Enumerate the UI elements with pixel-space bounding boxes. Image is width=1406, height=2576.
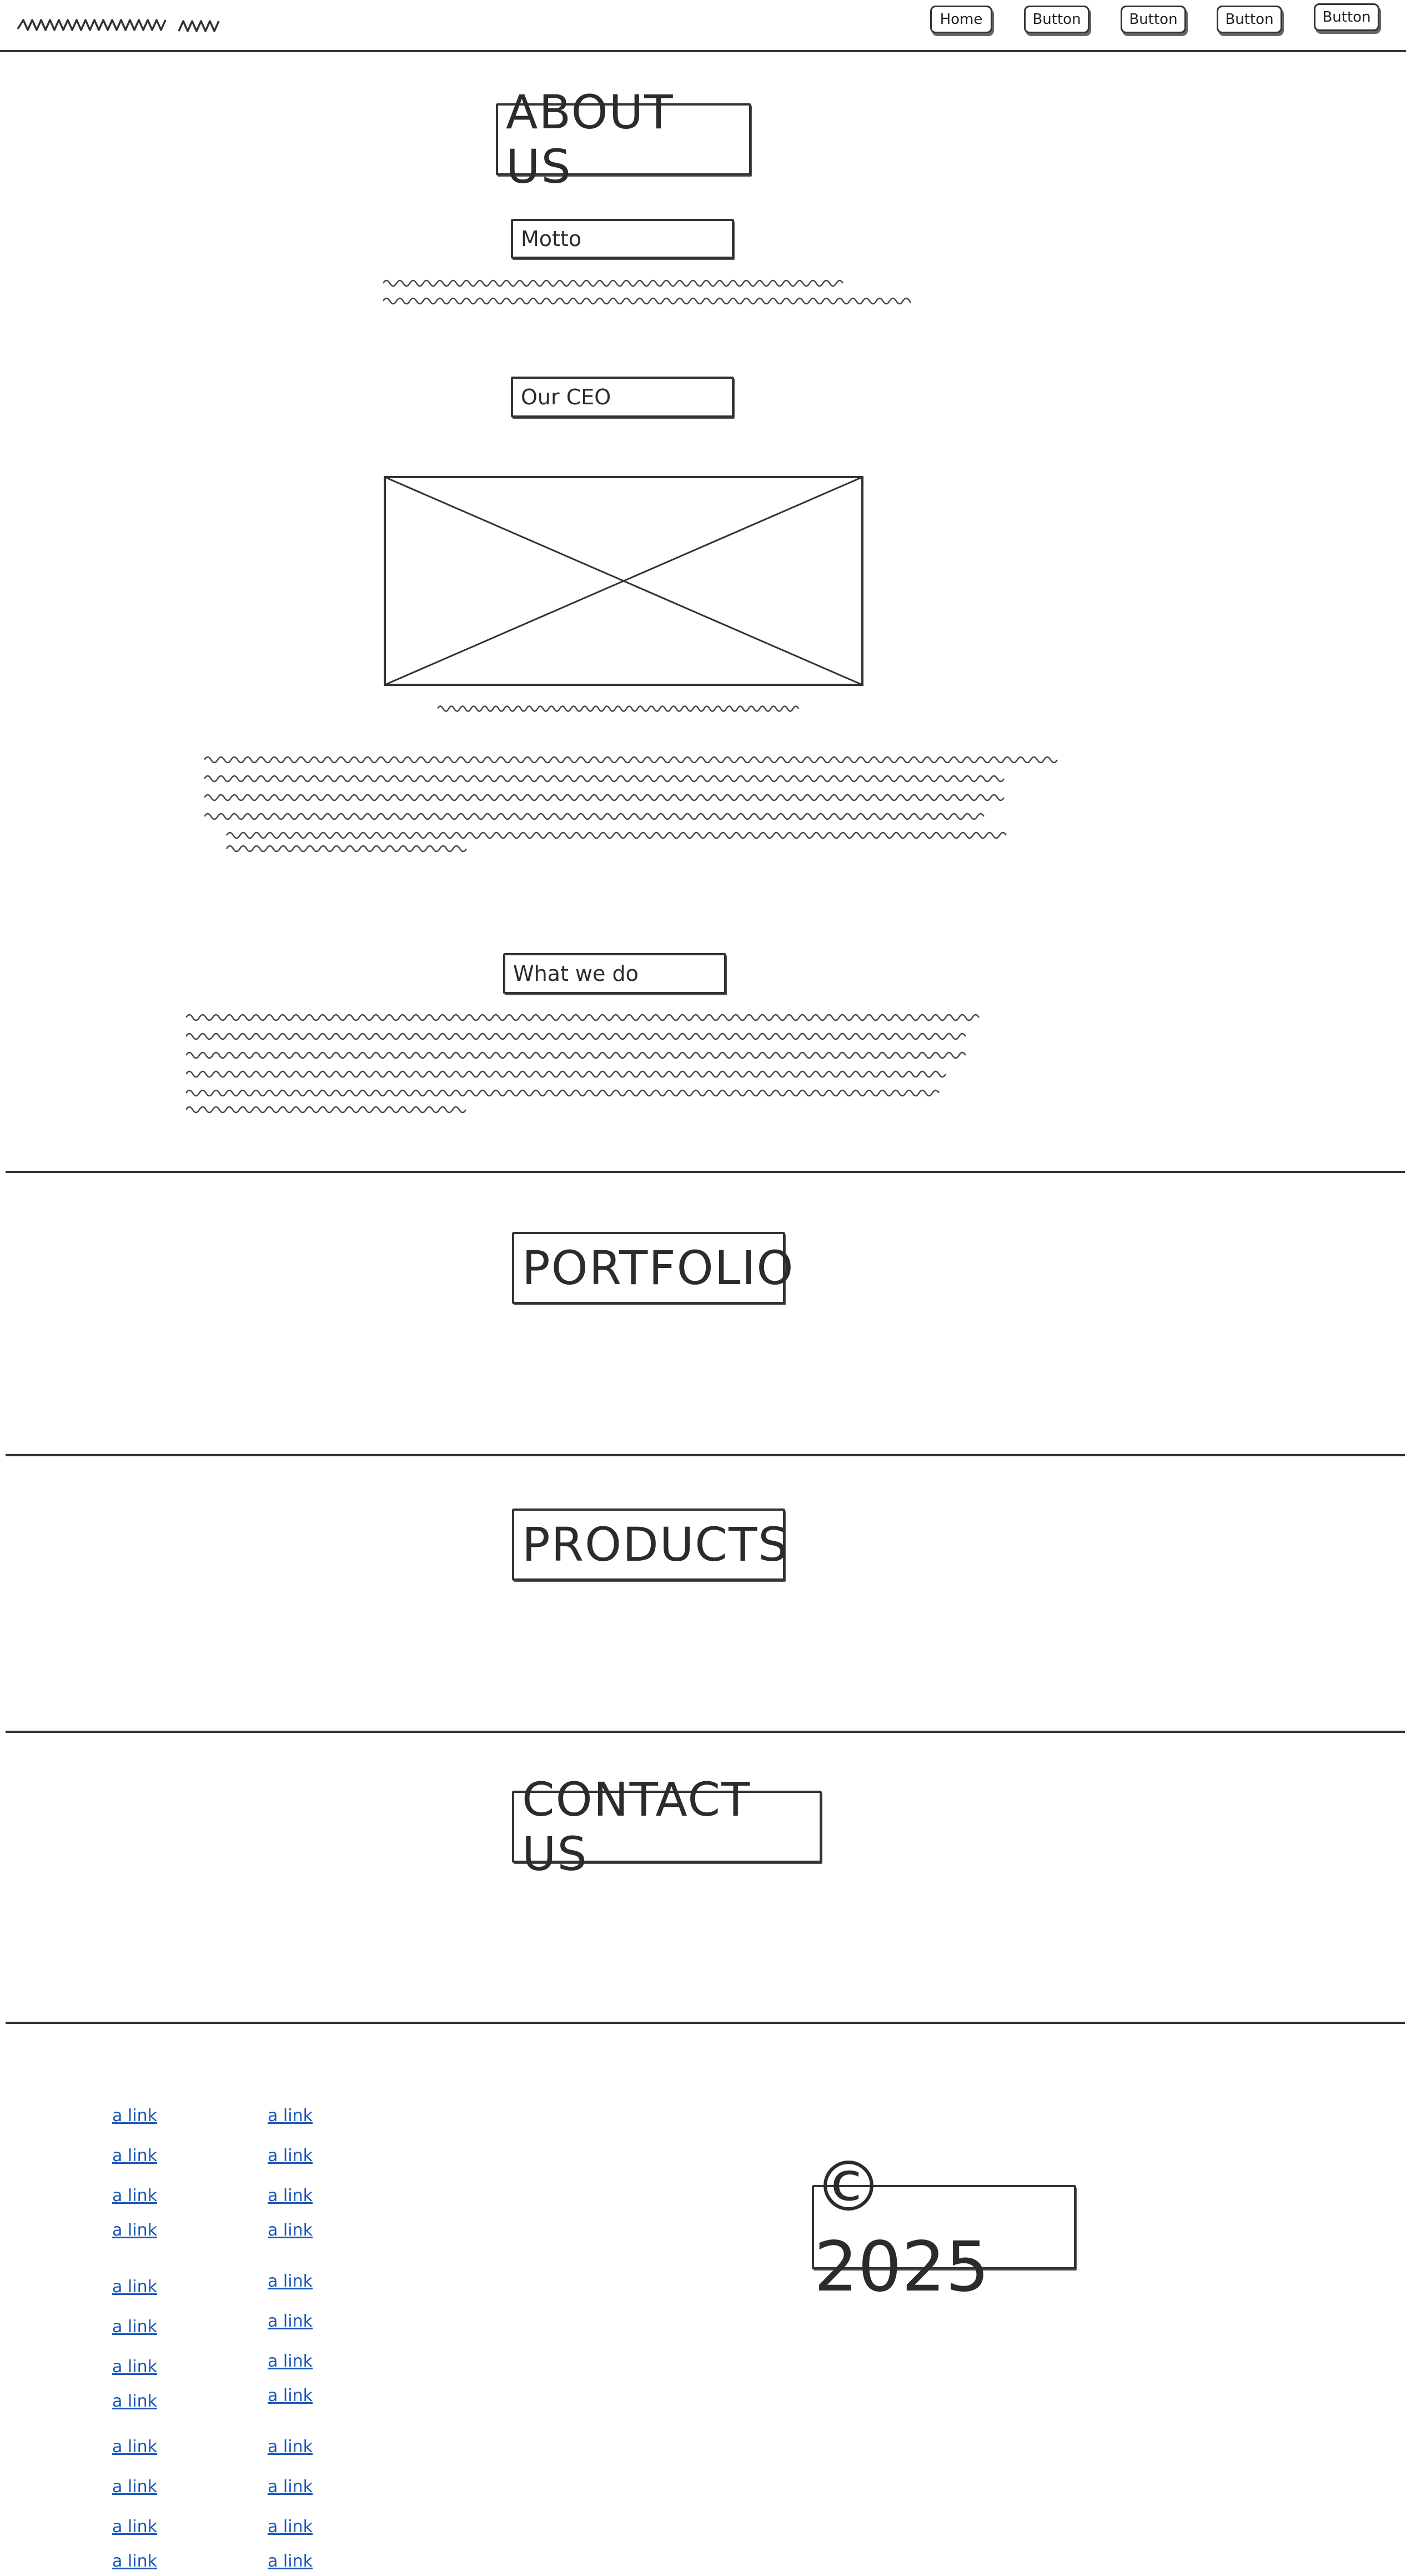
footer-link[interactable]: a link [112,2477,157,2497]
nav-home-button[interactable]: Home [930,6,992,33]
footer-link[interactable]: a link [112,2146,157,2166]
footer-link[interactable]: a link [268,2552,313,2571]
logo-scribble [17,19,220,32]
what-we-do-heading: What we do [503,953,726,994]
portfolio-divider [6,1454,1405,1456]
footer-link[interactable]: a link [112,2552,157,2571]
footer-link[interactable]: a link [112,2392,157,2411]
footer-link[interactable]: a link [268,2146,313,2166]
what-we-do-scribble [186,1014,980,1114]
footer-link[interactable]: a link [268,2186,313,2206]
footer-link[interactable]: a link [268,2106,313,2126]
header-divider [0,50,1406,52]
footer-link[interactable]: a link [268,2272,313,2291]
products-divider [6,1731,1405,1733]
nav-button-1[interactable]: Button [1024,6,1089,33]
ceo-bio-scribble [204,756,1058,853]
contact-divider [6,2022,1405,2024]
motto-text-scribble [383,279,911,305]
ceo-caption-scribble [438,705,800,712]
contact-title: CONTACT US [512,1772,822,1881]
footer-link[interactable]: a link [112,2277,157,2297]
products-title: PRODUCTS [512,1508,788,1581]
footer-link[interactable]: a link [268,2437,313,2457]
footer-link[interactable]: a link [268,2312,313,2331]
portfolio-title: PORTFOLIO [512,1232,793,1304]
footer-link[interactable]: a link [112,2437,157,2457]
nav-button-3[interactable]: Button [1217,6,1282,33]
footer-link[interactable]: a link [112,2357,157,2377]
footer-link[interactable]: a link [112,2517,157,2537]
footer-link[interactable]: a link [268,2477,313,2497]
nav-button-2[interactable]: Button [1121,6,1186,33]
copyright-label: © 2025 [812,2147,1076,2307]
footer-link[interactable]: a link [268,2221,313,2240]
footer-link[interactable]: a link [268,2386,313,2405]
footer-link[interactable]: a link [112,2317,157,2337]
motto-heading: Motto [511,219,734,259]
nav-button-4[interactable]: Button [1314,3,1379,31]
footer-link[interactable]: a link [112,2221,157,2240]
about-title: ABOUT US [496,85,751,194]
about-divider [6,1171,1405,1173]
footer-link[interactable]: a link [112,2186,157,2206]
footer-link[interactable]: a link [268,2352,313,2371]
image-placeholder-icon [384,476,863,686]
footer-link[interactable]: a link [112,2106,157,2126]
footer-link[interactable]: a link [268,2517,313,2537]
ceo-heading: Our CEO [511,377,734,418]
